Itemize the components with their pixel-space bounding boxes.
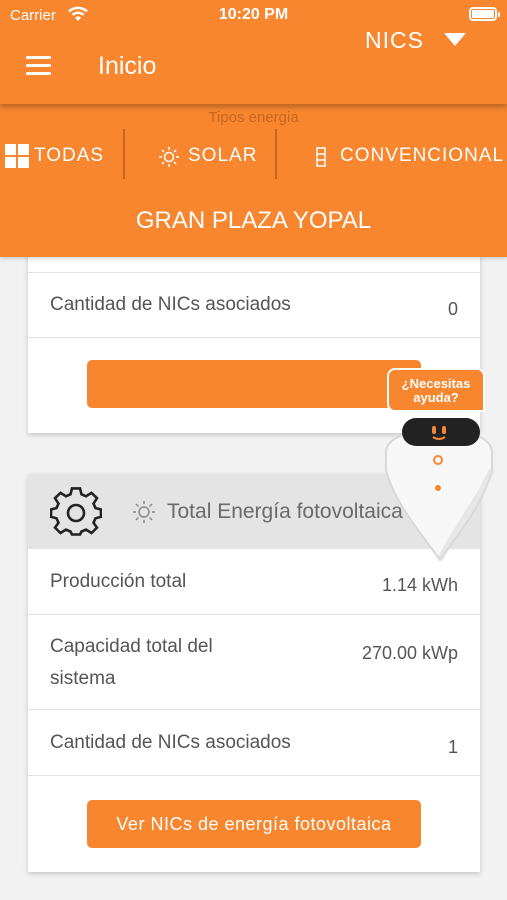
clock: 10:20 PM [218,6,289,23]
row-label: Cantidad de NICs asociados [50,732,291,753]
grid-icon[interactable] [5,144,30,169]
sun-icon [133,501,155,523]
row-label: Cantidad de NICs asociados [50,294,291,315]
energy-type-bar: Tipos energia TODAS SOLAR CONVENCIONAL G… [0,104,507,257]
nics-dropdown[interactable]: NICS [365,27,424,54]
tab-convencional-label: CONVENCIONAL [340,145,505,166]
status-bar: Carrier 10:20 PM [0,0,507,30]
help-assistant[interactable]: ¿Necesitas ayuda? [380,368,500,563]
tab-solar-label: SOLAR [188,145,258,166]
gear-icon[interactable] [50,486,102,538]
capacity-row: Capacidad total del sistema 270.00 kWp [28,615,480,710]
tower-icon[interactable] [313,146,329,168]
app-header: Carrier 10:20 PM Inicio NICS [0,0,507,104]
tab-todas-label: TODAS [34,145,105,166]
page-title: Inicio [98,52,157,80]
nics-count-row: Cantidad de NICs asociados 1 [28,710,480,776]
battery-icon [469,7,500,21]
row-label: Producción total [50,571,187,592]
tab-divider [123,129,125,179]
tab-divider [275,129,277,179]
caret-down-icon[interactable] [444,33,466,46]
menu-icon[interactable] [26,56,52,76]
view-nics-button[interactable] [87,360,421,408]
robot-icon[interactable] [380,404,500,564]
row-label: Capacidad total del sistema [50,636,213,689]
energy-types-label: Tipos energia [208,109,299,126]
row-value: 270.00 kWp [361,643,458,663]
row-value: 0 [447,299,458,319]
sun-icon[interactable] [158,146,180,168]
location-title: GRAN PLAZA YOPAL [135,207,372,234]
row-value: 1.14 kWh [381,575,458,595]
row-value: 1 [447,737,458,757]
card-header-title: Total Energía fotovoltaica [167,500,403,523]
view-solar-nics-button[interactable]: Ver NICs de energía fotovoltaica [87,800,421,848]
nics-count-row: Cantidad de NICs asociados 0 [28,272,480,338]
